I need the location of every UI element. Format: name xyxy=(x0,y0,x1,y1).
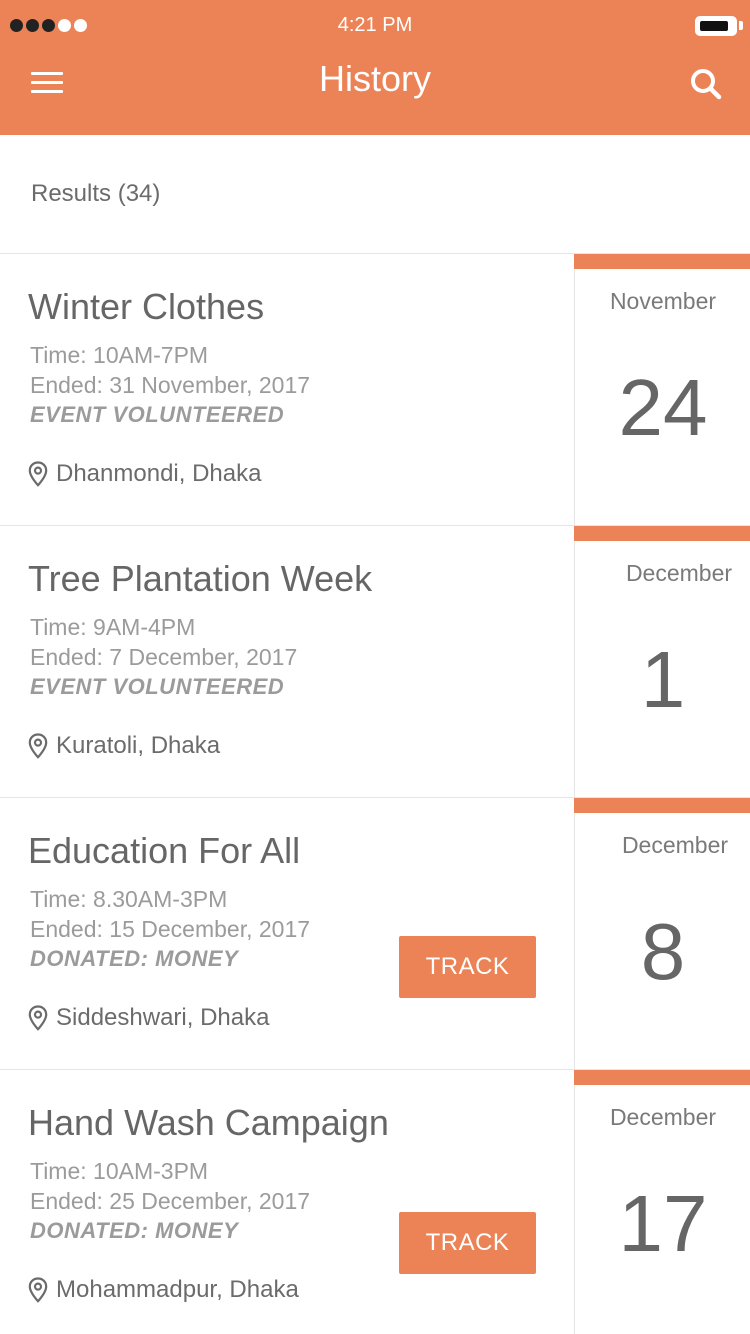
event-day: 1 xyxy=(640,635,686,724)
event-title: Hand Wash Campaign xyxy=(28,1102,389,1143)
event-status: EVENT VOLUNTEERED xyxy=(30,674,285,699)
event-time: Time: 8.30AM-3PM xyxy=(30,886,228,912)
event-title: Winter Clothes xyxy=(28,286,265,327)
status-bar: 4:21 PM xyxy=(0,0,750,54)
event-date: December 1 xyxy=(574,526,750,798)
event-status: DONATED: MONEY xyxy=(30,1218,239,1243)
track-button[interactable]: TRACK xyxy=(399,1212,536,1274)
date-accent-bar xyxy=(574,254,750,269)
date-accent-bar xyxy=(574,526,750,541)
event-title: Education For All xyxy=(28,830,301,871)
event-time: Time: 10AM-3PM xyxy=(30,1158,209,1184)
status-time: 4:21 PM xyxy=(337,14,413,36)
track-button[interactable]: TRACK xyxy=(399,936,536,998)
event-location: Kuratoli, Dhaka xyxy=(28,732,220,760)
location-pin-icon xyxy=(28,1277,48,1303)
event-time: Time: 10AM-7PM xyxy=(30,342,209,368)
event-ended-date: Ended: 15 December, 2017 xyxy=(30,916,311,942)
location-pin-icon xyxy=(28,1005,48,1031)
event-location: Siddeshwari, Dhaka xyxy=(28,1004,269,1032)
app-header: 4:21 PM History xyxy=(0,0,750,135)
event-location: Dhanmondi, Dhaka xyxy=(28,460,261,488)
event-month: December xyxy=(625,560,733,586)
date-accent-bar xyxy=(574,1070,750,1085)
event-ended-date: Ended: 25 December, 2017 xyxy=(30,1188,311,1214)
event-day: 17 xyxy=(618,1179,708,1268)
date-accent-bar xyxy=(574,798,750,813)
location-pin-icon xyxy=(28,461,48,487)
event-date: December 17 xyxy=(574,1070,750,1334)
event-card[interactable]: Hand Wash Campaign Time: 10AM-3PM Ended:… xyxy=(0,1070,750,1334)
event-ended-date: Ended: 31 November, 2017 xyxy=(30,372,311,398)
battery-icon xyxy=(695,16,737,36)
event-date: December 8 xyxy=(574,798,750,1070)
event-day: 8 xyxy=(640,907,686,996)
results-count: Results (34) xyxy=(31,180,161,207)
event-day: 24 xyxy=(618,363,708,452)
location-text: Mohammadpur, Dhaka xyxy=(56,1276,299,1303)
event-month: December xyxy=(609,1104,717,1130)
event-ended-date: Ended: 7 December, 2017 xyxy=(30,644,298,670)
event-card[interactable]: Education For All Time: 8.30AM-3PM Ended… xyxy=(0,798,750,1070)
event-status: EVENT VOLUNTEERED xyxy=(30,402,285,427)
event-date: November 24 xyxy=(574,254,750,526)
event-status: DONATED: MONEY xyxy=(30,946,239,971)
location-text: Dhanmondi, Dhaka xyxy=(56,460,262,487)
event-card[interactable]: Winter Clothes Time: 10AM-7PM Ended: 31 … xyxy=(0,254,750,526)
location-text: Kuratoli, Dhaka xyxy=(56,732,221,759)
location-pin-icon xyxy=(28,733,48,759)
search-icon[interactable] xyxy=(688,66,724,102)
event-month: December xyxy=(621,832,729,858)
location-text: Siddeshwari, Dhaka xyxy=(56,1004,270,1031)
event-location: Mohammadpur, Dhaka xyxy=(28,1276,299,1304)
event-month: November xyxy=(609,288,717,314)
history-list: Winter Clothes Time: 10AM-7PM Ended: 31 … xyxy=(0,254,750,1334)
event-time: Time: 9AM-4PM xyxy=(30,614,196,640)
battery-tip xyxy=(739,21,743,30)
page-title: History xyxy=(318,58,431,99)
event-card[interactable]: Tree Plantation Week Time: 9AM-4PM Ended… xyxy=(0,526,750,798)
event-title: Tree Plantation Week xyxy=(28,558,373,599)
